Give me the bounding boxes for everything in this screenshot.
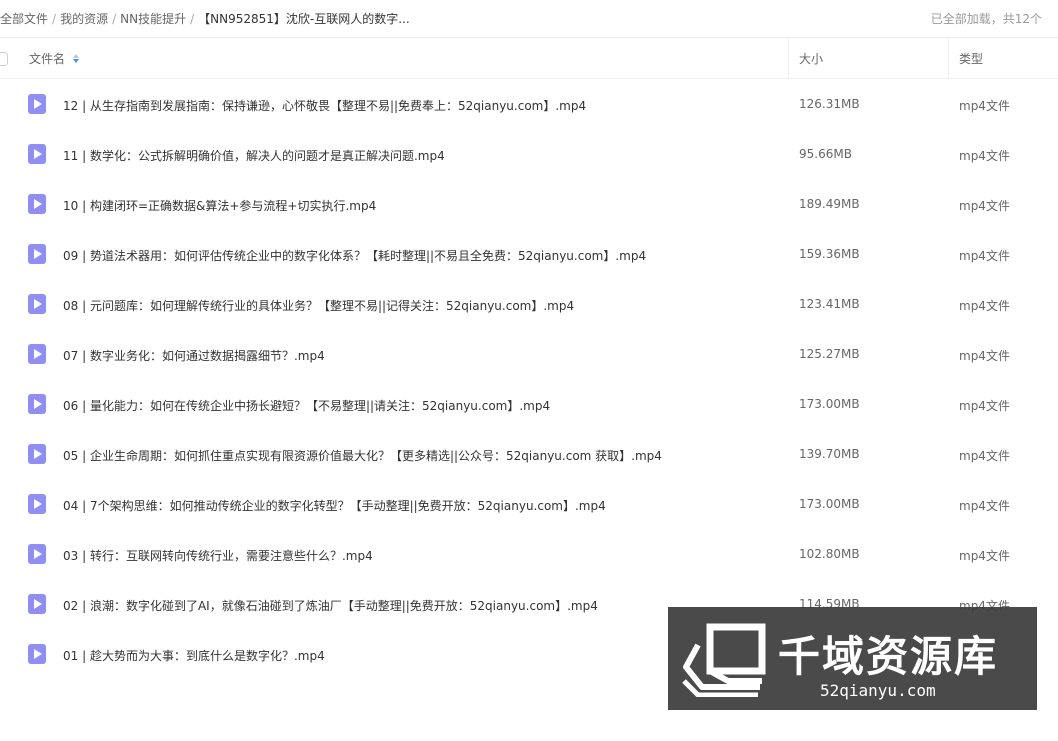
file-type: mp4文件 [959,399,1010,413]
file-size: 126.31MB [799,97,860,111]
file-name[interactable]: 02 | 浪潮：数字化碰到了AI，就像石油碰到了炼油厂【手动整理||免费开放：5… [63,597,598,614]
file-type: mp4文件 [959,199,1010,213]
video-play-icon [28,394,46,414]
select-all-checkbox[interactable] [0,52,8,66]
video-play-icon [28,194,46,214]
file-list: 12 | 从生存指南到发展指南：保持谦逊，心怀敬畏【整理不易||免费奉上：52q… [0,79,1058,679]
video-play-icon [28,494,46,514]
file-size: 102.80MB [799,547,860,561]
breadcrumb-item-nn-skills[interactable]: NN技能提升 [120,10,186,27]
video-play-icon [28,144,46,164]
sort-caret-icon[interactable] [73,53,80,63]
file-row[interactable]: 10 | 构建闭环=正确数据&算法+参与流程+切实执行.mp4 189.49MB… [0,179,1058,229]
file-size: 189.49MB [799,197,860,211]
file-name[interactable]: 09 | 势道法术器用：如何评估传统企业中的数字化体系？【耗时整理||不易且全免… [63,247,646,264]
file-type: mp4文件 [959,499,1010,513]
video-play-icon [28,594,46,614]
file-row[interactable]: 12 | 从生存指南到发展指南：保持谦逊，心怀敬畏【整理不易||免费奉上：52q… [0,79,1058,129]
file-row[interactable]: 04 | 7个架构思维：如何推动传统企业的数字化转型？【手动整理||免费开放：5… [0,479,1058,529]
video-play-icon [28,294,46,314]
video-play-icon [28,94,46,114]
column-header-name-label: 文件名 [29,51,66,66]
file-type: mp4文件 [959,299,1010,313]
stacked-books-logo-icon [682,623,766,697]
file-type: mp4文件 [959,449,1010,463]
file-name[interactable]: 04 | 7个架构思维：如何推动传统企业的数字化转型？【手动整理||免费开放：5… [63,497,606,514]
breadcrumb-item-current-folder: 【NN952851】沈欣-互联网人的数字... [198,12,410,26]
file-row[interactable]: 11 | 数学化：公式拆解明确价值，解决人的问题才是真正解决问题.mp4 95.… [0,129,1058,179]
watermark-overlay: 千域资源库 52qianyu.com [668,607,1037,710]
file-size: 159.36MB [799,247,860,261]
load-status-text: 已全部加载，共12个 [930,12,1042,26]
video-play-icon [28,644,46,664]
video-play-icon [28,544,46,564]
file-size: 125.27MB [799,347,860,361]
file-size: 123.41MB [799,297,860,311]
video-play-icon [28,344,46,364]
file-type: mp4文件 [959,249,1010,263]
column-divider[interactable] [948,38,949,78]
file-table-header: 文件名 大小 类型 [0,37,1058,79]
column-header-type[interactable]: 类型 [959,38,983,78]
file-type: mp4文件 [959,99,1010,113]
column-divider[interactable] [788,38,789,78]
breadcrumb-item-all-files[interactable]: 全部文件 [0,10,48,27]
watermark-title: 千域资源库 [778,632,999,681]
breadcrumb-separator: / [52,11,57,26]
video-play-icon [28,444,46,464]
file-name[interactable]: 12 | 从生存指南到发展指南：保持谦逊，心怀敬畏【整理不易||免费奉上：52q… [63,97,586,114]
column-header-type-label: 类型 [959,51,984,66]
file-type: mp4文件 [959,149,1010,163]
breadcrumb-separator: / [190,11,195,26]
file-name[interactable]: 08 | 元问题库：如何理解传统行业的具体业务？【整理不易||记得关注：52qi… [63,297,574,314]
breadcrumb-separator: / [112,11,117,26]
file-name[interactable]: 05 | 企业生命周期：如何抓住重点实现有限资源价值最大化？【更多精选||公众号… [63,447,662,464]
file-size: 139.70MB [799,447,860,461]
file-size: 173.00MB [799,397,860,411]
file-type: mp4文件 [959,349,1010,363]
breadcrumb: 全部文件 / 我的资源 / NN技能提升 / 【NN952851】沈欣-互联网人… [0,10,410,27]
file-row[interactable]: 03 | 转行：互联网转向传统行业，需要注意些什么？.mp4 102.80MB … [0,529,1058,579]
file-size: 95.66MB [799,147,852,161]
file-name[interactable]: 07 | 数字业务化：如何通过数据揭露细节？.mp4 [63,347,325,364]
file-row[interactable]: 06 | 量化能力：如何在传统企业中扬长避短？【不易整理||请关注：52qian… [0,379,1058,429]
column-header-name[interactable]: 文件名 [29,38,80,78]
file-row[interactable]: 09 | 势道法术器用：如何评估传统企业中的数字化体系？【耗时整理||不易且全免… [0,229,1058,279]
column-header-size-label: 大小 [799,51,824,66]
file-name[interactable]: 06 | 量化能力：如何在传统企业中扬长避短？【不易整理||请关注：52qian… [63,397,550,414]
watermark-url: 52qianyu.com [820,681,936,700]
file-type: mp4文件 [959,549,1010,563]
file-name[interactable]: 01 | 趁大势而为大事：到底什么是数字化？.mp4 [63,647,325,664]
breadcrumb-item-my-resources[interactable]: 我的资源 [60,10,108,27]
file-row[interactable]: 05 | 企业生命周期：如何抓住重点实现有限资源价值最大化？【更多精选||公众号… [0,429,1058,479]
column-header-size[interactable]: 大小 [799,38,823,78]
file-name[interactable]: 03 | 转行：互联网转向传统行业，需要注意些什么？.mp4 [63,547,373,564]
file-row[interactable]: 08 | 元问题库：如何理解传统行业的具体业务？【整理不易||记得关注：52qi… [0,279,1058,329]
video-play-icon [28,244,46,264]
file-name[interactable]: 10 | 构建闭环=正确数据&算法+参与流程+切实执行.mp4 [63,197,376,214]
file-row[interactable]: 07 | 数字业务化：如何通过数据揭露细节？.mp4 125.27MB mp4文… [0,329,1058,379]
file-size: 173.00MB [799,497,860,511]
file-name[interactable]: 11 | 数学化：公式拆解明确价值，解决人的问题才是真正解决问题.mp4 [63,147,445,164]
breadcrumb-bar: 全部文件 / 我的资源 / NN技能提升 / 【NN952851】沈欣-互联网人… [0,0,1058,37]
